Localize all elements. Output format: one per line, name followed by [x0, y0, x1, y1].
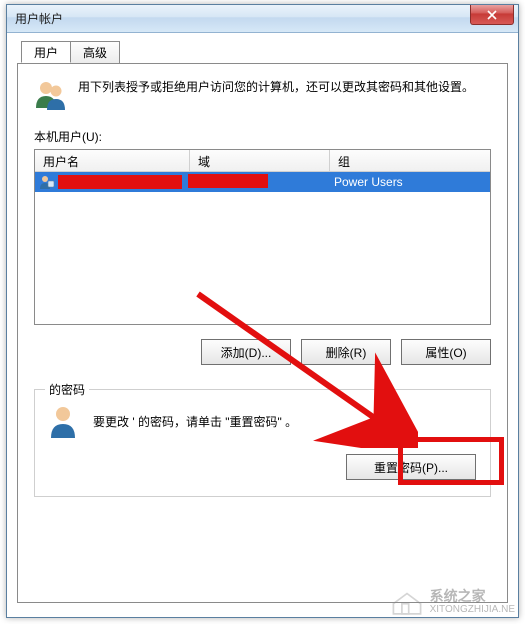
reset-password-button[interactable]: 重置密码(P)... — [346, 454, 476, 480]
users-buttons: 添加(D)... 删除(R) 属性(O) — [34, 339, 491, 365]
list-row[interactable]: Power Users — [35, 172, 490, 192]
users-icon — [34, 78, 68, 112]
redacted-domain — [188, 174, 268, 188]
groupbox-legend: 的密码 — [45, 381, 89, 398]
cell-group: Power Users — [330, 175, 490, 189]
tab-panel-users: 用下列表授予或拒绝用户访问您的计算机，还可以更改其密码和其他设置。 本机用户(U… — [17, 63, 508, 603]
password-groupbox: 的密码 要更改 ' 的密码，请单击 "重置密码" 。 重置密码(P)... — [34, 389, 491, 497]
col-header-group[interactable]: 组 — [330, 150, 490, 171]
remove-button[interactable]: 删除(R) — [301, 339, 391, 365]
intro-text: 用下列表授予或拒绝用户访问您的计算机，还可以更改其密码和其他设置。 — [78, 78, 474, 112]
tab-advanced[interactable]: 高级 — [70, 41, 120, 63]
properties-button[interactable]: 属性(O) — [401, 339, 491, 365]
tab-users[interactable]: 用户 — [21, 41, 71, 63]
users-list-label: 本机用户(U): — [34, 128, 491, 145]
user-password-icon — [49, 404, 83, 438]
close-button[interactable] — [470, 5, 514, 25]
cell-username — [35, 175, 190, 189]
col-header-domain[interactable]: 域 — [190, 150, 330, 171]
col-header-username[interactable]: 用户名 — [35, 150, 190, 171]
users-listbox[interactable]: 用户名 域 组 Power Users — [34, 149, 491, 325]
client-area: 用户 高级 用下列表授予或拒绝用户访问您的计算机，还可以更改其密码和其他设置。 … — [7, 33, 518, 617]
titlebar: 用户帐户 — [7, 5, 518, 33]
redacted-username — [58, 175, 182, 189]
add-button[interactable]: 添加(D)... — [201, 339, 291, 365]
dialog-window: 用户帐户 用户 高级 用下列表授予或拒绝用户访问您的计算机，还可以更改其密码和其 — [6, 4, 519, 618]
user-icon — [39, 175, 55, 189]
cell-domain — [190, 174, 330, 191]
window-title: 用户帐户 — [15, 10, 63, 27]
intro-row: 用下列表授予或拒绝用户访问您的计算机，还可以更改其密码和其他设置。 — [34, 78, 491, 112]
list-header: 用户名 域 组 — [35, 150, 490, 172]
tab-strip: 用户 高级 — [17, 41, 508, 63]
password-text: 要更改 ' 的密码，请单击 "重置密码" 。 — [93, 413, 297, 430]
close-icon — [487, 10, 497, 20]
